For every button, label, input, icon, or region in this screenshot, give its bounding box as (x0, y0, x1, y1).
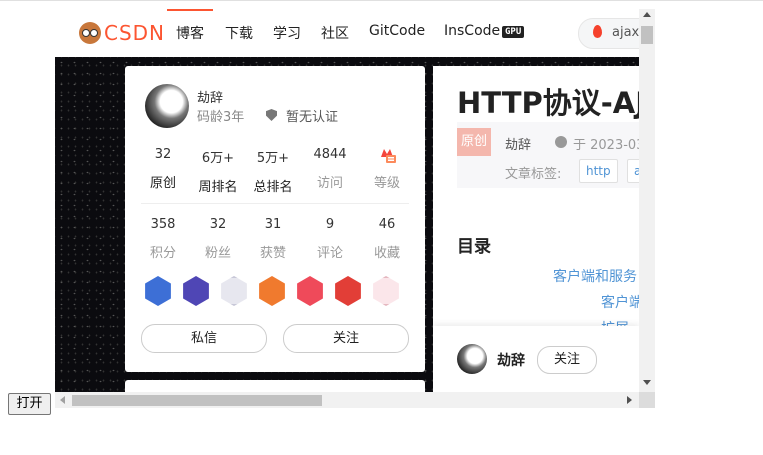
scroll-left-arrow-icon[interactable] (60, 396, 65, 404)
author-profile-card: 劫辞 码龄3年 暂无认证 32 原创 6万+ 周排名 5万+ 总排名 4844 … (125, 66, 425, 372)
vertical-scroll-thumb[interactable] (641, 26, 653, 44)
stat-value: 32 (154, 147, 172, 162)
open-button[interactable]: 打开 (8, 393, 51, 415)
nav-item-blog[interactable]: 博客 (167, 9, 213, 43)
meta-author[interactable]: 劫辞 (505, 134, 531, 153)
floating-author-bar: 劫辞 关注 (433, 326, 639, 392)
stat-fans[interactable]: 32 粉丝 (188, 217, 248, 261)
hot-flame-icon (593, 25, 602, 38)
stat-label: 访问 (316, 176, 343, 191)
article-title: HTTP协议-AJ (457, 86, 639, 120)
stat-value: 32 (209, 217, 227, 232)
nav-item-gitcode[interactable]: GitCode (369, 23, 425, 39)
stat-label: 获赞 (259, 246, 286, 261)
article-meta: 原创 劫辞 于 2023-03 文章标签: http a (457, 122, 639, 188)
original-tag: 原创 (457, 128, 491, 156)
stat-label: 评论 (316, 246, 343, 261)
nav-item-download[interactable]: 下载 (225, 23, 253, 43)
stat-value: 6万+ (201, 151, 235, 166)
shield-icon (266, 109, 277, 121)
scroll-up-arrow-icon[interactable] (643, 12, 651, 17)
author-avatar[interactable] (457, 344, 487, 374)
nav-item-learn[interactable]: 学习 (273, 23, 301, 43)
stat-value: 358 (150, 217, 176, 232)
stat-weekly-rank[interactable]: 6万+ 周排名 (188, 147, 248, 195)
stat-label: 粉丝 (204, 246, 231, 261)
window-top-border (0, 0, 763, 1)
stat-comments: 9 评论 (300, 217, 360, 261)
publish-date: 于 2023-03 (573, 138, 639, 153)
stat-label: 收藏 (373, 246, 400, 261)
stat-value: 5万+ (256, 151, 290, 166)
logo-text: CSDN (104, 21, 166, 45)
scroll-right-arrow-icon[interactable] (627, 396, 632, 404)
badge-icon[interactable] (297, 276, 323, 306)
toc-item[interactable]: 客户端 (601, 292, 639, 312)
scroll-down-arrow-icon[interactable] (643, 380, 651, 385)
tag-http[interactable]: http (579, 159, 618, 183)
stat-label: 积分 (149, 246, 176, 261)
certification-status: 暂无认证 (286, 110, 339, 125)
nav-item-community[interactable]: 社区 (321, 23, 349, 43)
csdn-logo[interactable]: CSDN (79, 21, 165, 45)
stat-original[interactable]: 32 原创 (133, 147, 193, 191)
stat-favorites: 46 收藏 (357, 217, 417, 261)
stat-visits: 4844 访问 (300, 147, 360, 191)
stat-value: 9 (325, 217, 335, 232)
secondary-card (125, 380, 425, 392)
badge-icon[interactable] (373, 276, 399, 306)
stat-label: 总排名 (253, 180, 293, 195)
stat-points: 358 积分 (133, 217, 193, 261)
badge-icon[interactable] (221, 276, 247, 306)
badge-icon[interactable] (183, 276, 209, 306)
badge-icon[interactable] (335, 276, 361, 306)
top-navbar: CSDN 博客 下载 学习 社区 GitCode InsCode GPU aja… (55, 9, 639, 57)
toc-title: 目录 (457, 237, 491, 257)
scrollbar-corner (639, 392, 655, 408)
horizontal-scroll-thumb[interactable] (72, 395, 322, 406)
stat-label: 周排名 (198, 180, 238, 195)
follow-button[interactable]: 关注 (283, 324, 409, 353)
badge-icon[interactable] (145, 276, 171, 306)
badge-icon[interactable] (259, 276, 285, 306)
search-query-text: ajax (612, 25, 639, 40)
monkey-logo-icon (79, 22, 101, 44)
toc-item[interactable]: 客户端和服务 (553, 266, 637, 286)
clock-icon (555, 136, 567, 148)
vertical-scrollbar[interactable] (639, 9, 655, 392)
nav-item-inscode[interactable]: InsCode (444, 23, 500, 39)
stat-likes: 31 获赞 (243, 217, 303, 261)
gpu-badge: GPU (502, 26, 525, 38)
author-name[interactable]: 劫辞 (497, 350, 525, 370)
level-badge-icon (381, 149, 396, 163)
tags-label: 文章标签: (505, 167, 562, 182)
author-avatar[interactable] (145, 84, 189, 128)
stat-label: 原创 (149, 176, 176, 191)
follow-button[interactable]: 关注 (537, 346, 597, 374)
stats-divider (141, 203, 409, 204)
article-panel: HTTP协议-AJ 原创 劫辞 于 2023-03 文章标签: http a 目… (433, 66, 639, 392)
code-age: 码龄3年 (197, 110, 245, 125)
tag-ajax[interactable]: a (627, 159, 639, 183)
author-name[interactable]: 劫辞 (197, 87, 223, 106)
stat-total-rank[interactable]: 5万+ 总排名 (243, 147, 303, 195)
stat-value: 4844 (313, 147, 347, 162)
stat-value: 46 (378, 217, 396, 232)
stat-label: 等级 (373, 176, 400, 191)
search-input[interactable]: ajax (578, 18, 639, 49)
private-message-button[interactable]: 私信 (141, 324, 267, 353)
stat-value: 31 (264, 217, 282, 232)
